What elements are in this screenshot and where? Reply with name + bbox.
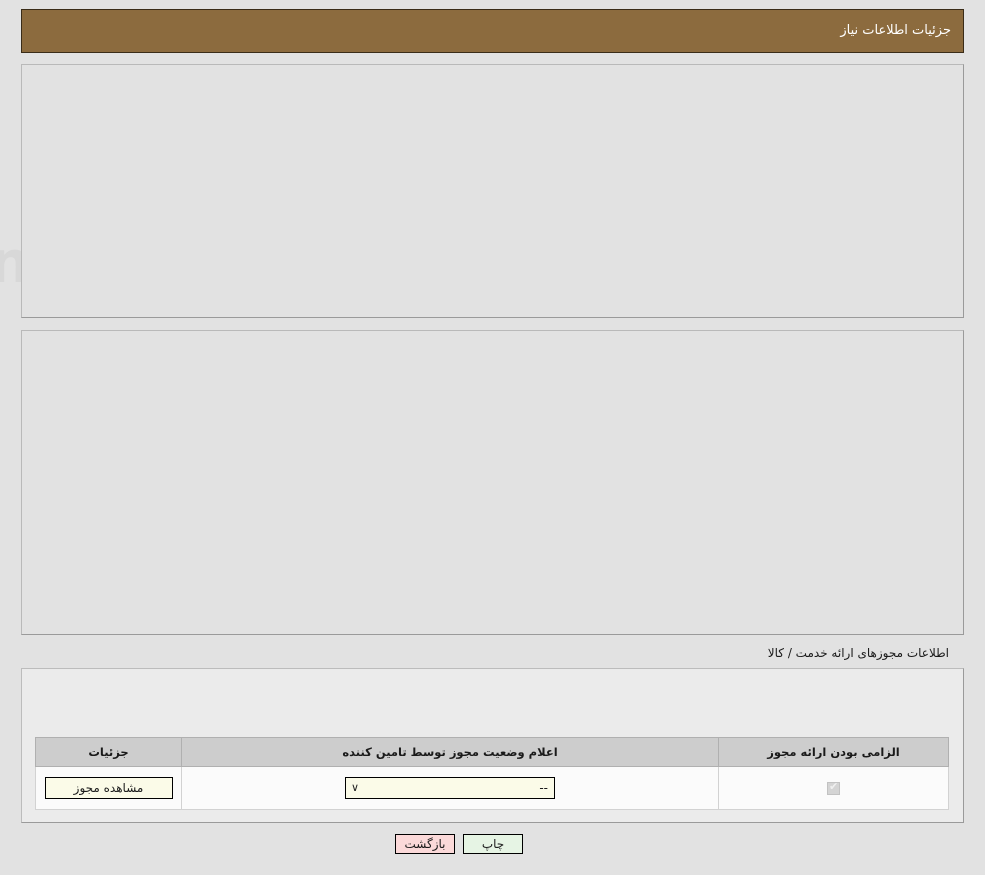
table-row[interactable]: ∨ -- مشاهده مجوز: [35, 766, 949, 810]
required-checkbox-icon: [827, 780, 840, 795]
cell-required-checkbox: [718, 766, 949, 810]
view-license-button[interactable]: مشاهده مجوز: [44, 777, 173, 799]
cell-status-select: ∨ --: [181, 766, 719, 810]
licenses-table-header-row: الزامی بودن ارائه مجوز اعلام وضعیت مجوز …: [35, 737, 949, 767]
chevron-down-icon: ∨: [351, 781, 360, 794]
col-details: جزئیات: [35, 737, 182, 767]
print-button[interactable]: چاپ: [463, 834, 523, 854]
header-bar: جزئیات اطلاعات نیاز: [21, 9, 964, 53]
col-status: اعلام وضعیت مجوز توسط تامین کننده: [181, 737, 719, 767]
licenses-table: الزامی بودن ارائه مجوز اعلام وضعیت مجوز …: [35, 737, 949, 810]
page-title: جزئیات اطلاعات نیاز: [840, 23, 951, 38]
need-desc-panel: [21, 330, 964, 635]
back-button[interactable]: بازگشت: [395, 834, 455, 854]
col-required: الزامی بودن ارائه مجوز: [718, 737, 949, 767]
license-status-value: --: [539, 781, 548, 795]
need-info-panel: [21, 64, 964, 318]
license-status-select[interactable]: ∨ --: [345, 777, 555, 799]
page-root: AriaTender.net جزئیات اطلاعات نیاز شماره…: [0, 0, 985, 875]
cell-details-button: مشاهده مجوز: [35, 766, 182, 810]
licenses-section-title: اطلاعات مجوزهای ارائه خدمت / کالا: [767, 646, 949, 660]
